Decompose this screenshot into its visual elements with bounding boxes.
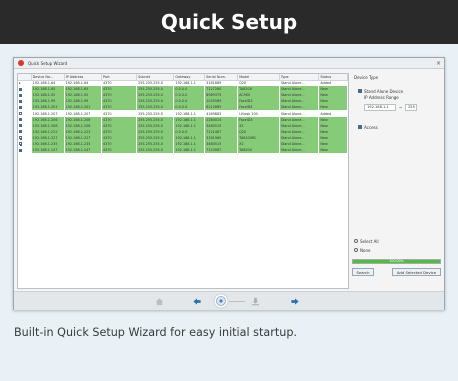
standalone-label: Stand Alone Device bbox=[364, 89, 404, 94]
row-checkbox[interactable] bbox=[19, 124, 22, 128]
home-icon[interactable] bbox=[154, 296, 165, 307]
row-checkbox[interactable] bbox=[19, 118, 22, 122]
access-label: Access bbox=[364, 125, 378, 130]
device-table[interactable]: Device Na... IP Address Port Subnet Gate… bbox=[17, 73, 349, 289]
status-cell: New bbox=[318, 147, 348, 154]
ip-address-cell: 192.168.1.247 bbox=[64, 147, 102, 154]
window-title: Quick Setup Wizard bbox=[28, 60, 68, 66]
row-marker: ▸ bbox=[19, 81, 21, 86]
ip-range-label: IP Address Range bbox=[364, 95, 399, 100]
none-label: None bbox=[360, 248, 371, 253]
model-cell: TA8200 bbox=[237, 147, 280, 154]
row-checkbox[interactable] bbox=[19, 130, 22, 134]
connector-line-icon bbox=[229, 300, 245, 303]
device-type-label: Device Type bbox=[354, 75, 379, 80]
add-selected-device-button[interactable]: Add Selected Device bbox=[392, 268, 441, 276]
row-select-cell[interactable] bbox=[18, 147, 32, 154]
forward-arrow-icon[interactable] bbox=[289, 296, 300, 307]
port-cell: 4370 bbox=[101, 147, 138, 154]
banner: Quick Setup bbox=[0, 0, 458, 44]
ip-range-separator: ~ bbox=[399, 105, 403, 110]
feature-caption: Built-in Quick Setup Wizard for easy ini… bbox=[14, 326, 297, 339]
row-checkbox[interactable] bbox=[19, 148, 22, 152]
table-row[interactable]: ▸ 192.168.1.64 192.168.1.64 4370 255.255.255… bbox=[18, 80, 348, 87]
side-panel: Device Type Stand Alone Device IP Addres… bbox=[352, 73, 441, 289]
progress-text: 100.00% bbox=[389, 259, 404, 263]
row-checkbox[interactable] bbox=[19, 93, 22, 97]
none-radio[interactable] bbox=[354, 248, 358, 252]
row-checkbox[interactable] bbox=[19, 136, 22, 140]
serial-cell: 7123987 bbox=[204, 147, 239, 154]
type-cell: Stand Alone... bbox=[279, 147, 320, 154]
quick-setup-window: Quick Setup Wizard × Device Na... IP Add… bbox=[13, 57, 445, 310]
download-icon[interactable] bbox=[250, 296, 261, 307]
app-icon bbox=[18, 60, 24, 66]
ip-to-input[interactable]: 255 bbox=[405, 104, 417, 111]
standalone-checkbox[interactable] bbox=[358, 89, 362, 93]
table-row[interactable]: 192.168.1.247 192.168.1.247 4370 255.255.25… bbox=[18, 147, 348, 154]
feature-card: Quick Setup Quick Setup Wizard × Device … bbox=[0, 0, 458, 381]
subnet-cell: 255.255.255.0 bbox=[136, 147, 175, 154]
select-all-radio[interactable] bbox=[354, 239, 358, 243]
banner-title: Quick Setup bbox=[160, 10, 298, 34]
row-checkbox[interactable] bbox=[19, 105, 22, 109]
device-name-cell: 192.168.1.247 bbox=[31, 147, 65, 154]
window-titlebar: Quick Setup Wizard × bbox=[14, 58, 444, 69]
gateway-cell: 192.168.1.1 bbox=[173, 147, 206, 154]
row-checkbox[interactable] bbox=[19, 99, 22, 103]
row-checkbox[interactable] bbox=[19, 142, 22, 146]
search-button[interactable]: Search bbox=[352, 268, 374, 276]
close-icon[interactable]: × bbox=[436, 58, 441, 69]
search-device-icon[interactable] bbox=[213, 293, 229, 309]
progress-bar: 100.00% bbox=[352, 259, 441, 264]
row-checkbox[interactable] bbox=[19, 112, 22, 116]
back-arrow-icon[interactable] bbox=[191, 296, 202, 307]
select-all-label: Select All bbox=[360, 239, 379, 244]
row-checkbox[interactable] bbox=[19, 87, 22, 91]
ip-from-input[interactable]: 192.168.1.1 bbox=[364, 104, 396, 111]
access-checkbox[interactable] bbox=[358, 125, 362, 129]
wizard-nav-bar bbox=[14, 291, 444, 310]
